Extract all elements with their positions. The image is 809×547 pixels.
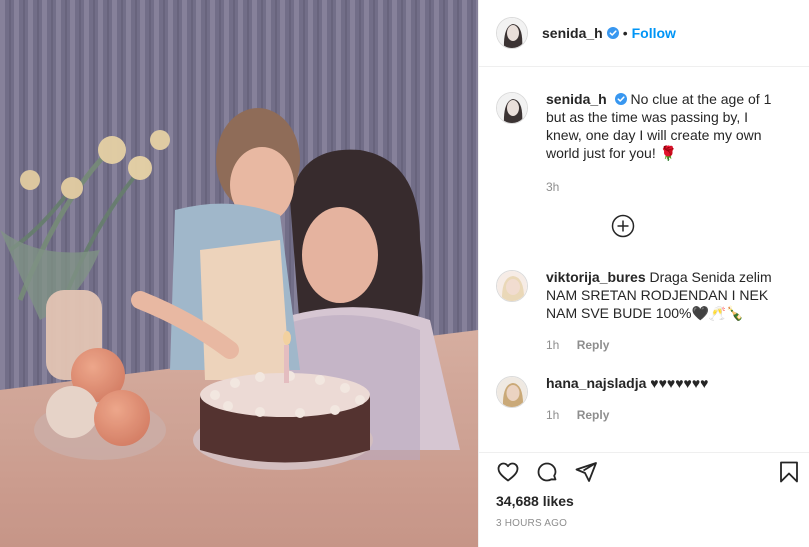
action-bar: 34,688 likes 3 HOURS AGO [479,452,809,547]
comment-item: hana_najsladja ♥♥♥♥♥♥♥ 1h Reply [496,374,786,424]
comment-icon[interactable] [535,460,559,484]
caption: senida_h No clue at the age of 1 but as … [496,90,786,196]
birthday-photo-image [0,0,478,547]
caption-avatar[interactable] [496,92,528,124]
caption-username[interactable]: senida_h [546,91,607,107]
comments-section: senida_h No clue at the age of 1 but as … [479,68,809,453]
commenter-avatar[interactable] [496,270,528,302]
author-username[interactable]: senida_h [542,25,603,41]
comment-username[interactable]: viktorija_bures [546,269,646,285]
commenter-avatar[interactable] [496,376,528,408]
verified-badge-icon [606,27,619,39]
post-header: senida_h • Follow [479,0,809,67]
comment-time[interactable]: 1h [546,408,559,422]
caption-time[interactable]: 3h [546,180,559,194]
comment-username[interactable]: hana_najsladja [546,375,646,391]
bookmark-icon[interactable] [777,460,801,484]
caption-body: senida_h No clue at the age of 1 but as … [546,90,786,196]
header-separator: • [622,25,628,41]
comment-item: viktorija_bures Draga Senida zelim NAM S… [496,268,786,354]
heart-icon[interactable] [496,460,520,484]
comment-body: viktorija_bures Draga Senida zelim NAM S… [546,268,786,354]
verified-badge-icon [614,93,627,105]
likes-count[interactable]: 34,688 likes [496,493,574,509]
post-side-panel: senida_h • Follow senida_h No clue at th… [478,0,809,547]
reply-button[interactable]: Reply [577,338,610,352]
comment-body: hana_najsladja ♥♥♥♥♥♥♥ 1h Reply [546,374,786,424]
instagram-post: senida_h • Follow senida_h No clue at th… [0,0,809,547]
plus-circle-icon[interactable] [611,214,635,238]
comment-time[interactable]: 1h [546,338,559,352]
reply-button[interactable]: Reply [577,408,610,422]
comment-text: ♥♥♥♥♥♥♥ [650,375,709,391]
post-photo[interactable] [0,0,478,547]
author-avatar[interactable] [496,17,528,49]
share-icon[interactable] [574,460,598,484]
follow-button[interactable]: Follow [632,25,676,41]
post-timestamp[interactable]: 3 HOURS AGO [496,518,567,529]
